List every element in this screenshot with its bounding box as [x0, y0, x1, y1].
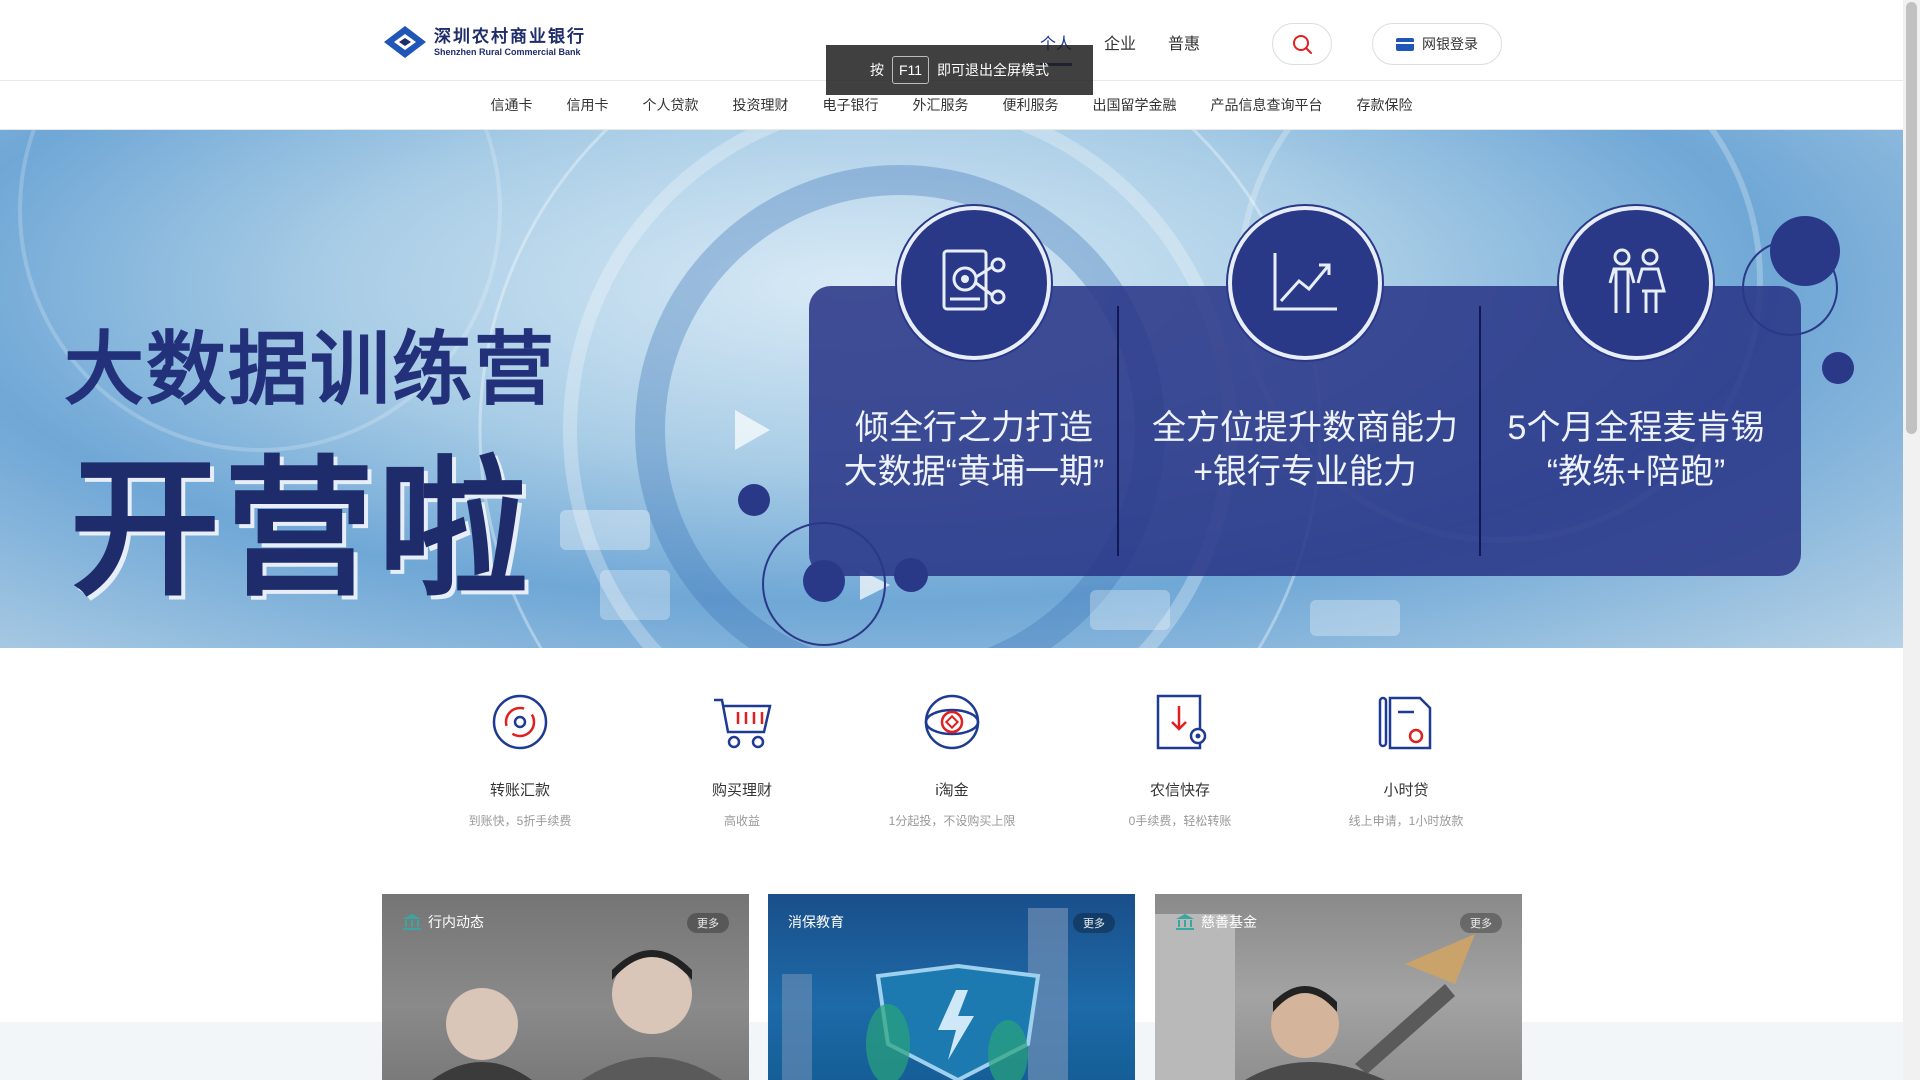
- page-scrollbar[interactable]: [1903, 0, 1920, 1080]
- quick-services: 转账汇款 到账快，5折手续费 购买理财 高收益 i淘金 1分起投，不设购买上限: [420, 690, 1520, 830]
- ebank-login-button[interactable]: 网银登录: [1372, 23, 1502, 65]
- service-wealth[interactable]: 购买理财 高收益: [642, 690, 842, 829]
- bank-icon: [1176, 914, 1194, 930]
- service-transfer[interactable]: 转账汇款 到账快，5折手续费: [420, 690, 620, 829]
- sub-nav-item[interactable]: 个人贷款: [643, 95, 699, 115]
- document-analytics-icon: [942, 249, 1006, 311]
- service-desc: 1分起投，不设购买上限: [888, 814, 1016, 828]
- card-more-link[interactable]: 更多: [687, 913, 729, 933]
- service-deposit[interactable]: 农信快存 0手续费，轻松转账: [1080, 690, 1280, 829]
- decorative-ring: [1742, 240, 1838, 336]
- service-desc: 0手续费，轻松转账: [1128, 814, 1232, 828]
- sub-nav-item[interactable]: 便利服务: [1003, 95, 1059, 115]
- search-icon: [1293, 35, 1312, 54]
- bank-logo[interactable]: 深圳农村商业银行 Shenzhen Rural Commercial Bank: [382, 24, 586, 60]
- news-card-charity-fund[interactable]: 慈善基金 更多: [1155, 894, 1522, 1080]
- logo-en-text: Shenzhen Rural Commercial Bank: [434, 46, 581, 57]
- segment-inclusive[interactable]: 普惠: [1168, 30, 1200, 66]
- transfer-icon: [492, 694, 548, 750]
- scrollbar-thumb[interactable]: [1906, 2, 1917, 434]
- logo-icon: [384, 26, 426, 58]
- bank-card-icon: [1396, 37, 1414, 51]
- decorative-dot: [803, 560, 845, 602]
- bank-icon: [403, 914, 421, 930]
- feature-item: 全方位提升数商能力 +银行专业能力: [1140, 206, 1470, 576]
- gold-icon: [924, 694, 980, 750]
- decorative-dot: [738, 484, 770, 516]
- service-title: 农信快存: [1149, 782, 1210, 799]
- banner-title-line2: 开营啦: [70, 443, 533, 617]
- sub-nav-item[interactable]: 存款保险: [1357, 95, 1413, 115]
- sub-nav-item[interactable]: 投资理财: [733, 95, 789, 115]
- segment-enterprise[interactable]: 企业: [1104, 30, 1136, 66]
- ebank-login-label: 网银登录: [1422, 36, 1478, 52]
- card-more-link[interactable]: 更多: [1073, 913, 1115, 933]
- decorative-dot: [1822, 352, 1854, 384]
- service-gold[interactable]: i淘金 1分起投，不设购买上限: [852, 690, 1052, 829]
- sub-nav-item[interactable]: 信用卡: [567, 95, 609, 115]
- logo-cn-text: 深圳农村商业银行: [434, 26, 586, 46]
- service-desc: 到账快，5折手续费: [468, 814, 572, 828]
- sub-nav-item[interactable]: 产品信息查询平台: [1211, 95, 1323, 115]
- news-card-bank-news[interactable]: 行内动态 更多: [382, 894, 749, 1080]
- feature-icon-circle: [897, 206, 1051, 360]
- fullscreen-tip-suffix: 即可退出全屏模式: [937, 62, 1050, 78]
- feature-divider: [1117, 306, 1119, 556]
- feature-line1: 全方位提升数商能力: [1152, 409, 1458, 447]
- feature-panel: 倾全行之力打造 大数据“黄埔一期” 全方位提升数商能力 +银行专业能力 5个月全…: [809, 206, 1801, 576]
- feature-icon-circle: [1228, 206, 1382, 360]
- service-title: 购买理财: [711, 782, 772, 799]
- feature-line1: 5个月全程麦肯锡: [1507, 409, 1765, 447]
- growth-chart-icon: [1273, 253, 1337, 311]
- feature-item: 5个月全程麦肯锡 “教练+陪跑”: [1471, 206, 1801, 576]
- hero-banner[interactable]: 大数据训练营 开营啦 倾全行之力打造 大数据“黄埔一期” 全方位提升数商能力 +…: [0, 130, 1903, 648]
- card-more-link[interactable]: 更多: [1460, 913, 1502, 933]
- people-icon: [1608, 248, 1666, 313]
- service-desc: 线上申请，1小时放款: [1348, 814, 1464, 828]
- service-title: i淘金: [935, 782, 969, 799]
- feature-line2: +银行专业能力: [1193, 453, 1417, 491]
- card-title: 慈善基金: [1201, 914, 1257, 930]
- banner-title-line1: 大数据训练营: [64, 323, 556, 416]
- shopping-cart-icon: [714, 698, 772, 749]
- search-button[interactable]: [1272, 23, 1332, 65]
- sub-nav-item[interactable]: 信通卡: [491, 95, 533, 115]
- deposit-icon: [1156, 694, 1207, 750]
- service-title: 转账汇款: [489, 782, 550, 799]
- decorative-dot: [894, 558, 928, 592]
- service-title: 小时贷: [1383, 782, 1429, 799]
- sub-nav-item[interactable]: 出国留学金融: [1093, 95, 1177, 115]
- news-card-consumer-education[interactable]: 消保教育 更多: [768, 894, 1135, 1080]
- sub-nav-item[interactable]: 电子银行: [823, 95, 879, 115]
- service-desc: 高收益: [723, 814, 760, 828]
- feature-line2: 大数据“黄埔一期”: [843, 453, 1105, 491]
- feature-icon-circle: [1559, 206, 1713, 360]
- feature-line1: 倾全行之力打造: [855, 409, 1093, 447]
- card-title: 消保教育: [788, 914, 844, 930]
- fullscreen-tip-key: F11: [891, 56, 930, 84]
- service-loan[interactable]: 小时贷 线上申请，1小时放款: [1306, 690, 1506, 829]
- fullscreen-tip: 按 F11 即可退出全屏模式: [826, 45, 1093, 95]
- sub-nav-item[interactable]: 外汇服务: [913, 95, 969, 115]
- fullscreen-tip-prefix: 按: [869, 62, 884, 78]
- card-title: 行内动态: [428, 914, 484, 930]
- loan-icon: [1378, 696, 1432, 750]
- feature-line2: “教练+陪跑”: [1546, 453, 1726, 491]
